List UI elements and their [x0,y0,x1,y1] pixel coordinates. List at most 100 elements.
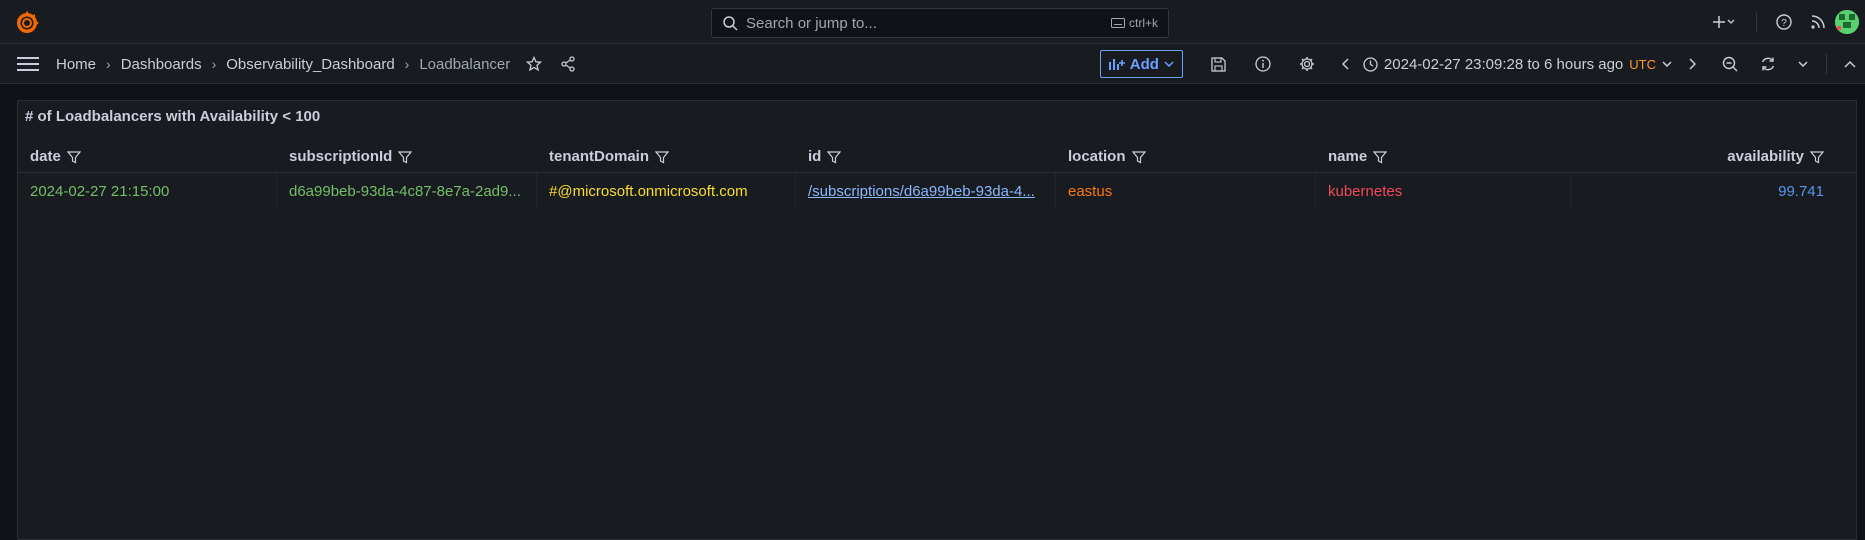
refresh-button[interactable] [1748,56,1788,72]
chevron-left-icon [1341,58,1349,70]
column-header-subscriptionid[interactable]: subscriptionId [277,141,537,173]
chevron-down-icon [1164,61,1174,67]
search-input[interactable]: Search or jump to... ctrl+k [711,8,1169,38]
star-icon [526,56,543,72]
gear-icon [1299,57,1314,71]
filter-icon[interactable] [398,150,413,164]
plus-icon [1713,16,1735,28]
rss-icon [1811,15,1825,29]
cell-name: kubernetes [1316,173,1571,209]
column-header-label: location [1068,148,1126,165]
cell-tenantdomain: #@microsoft.onmicrosoft.com [537,173,796,209]
table-row: 2024-02-27 21:15:00 d6a99beb-93da-4c87-8… [18,173,1856,209]
cell-value: kubernetes [1328,182,1403,200]
cell-value: 99.741 [1778,182,1824,200]
dashboard-settings-button[interactable] [1285,56,1329,72]
table-panel: # of Loadbalancers with Availability < 1… [17,100,1857,540]
share-icon [561,56,575,72]
search-icon [723,16,738,31]
filter-icon[interactable] [655,150,670,164]
breadcrumb-separator: › [404,56,410,72]
cell-availability: 99.741 [1571,173,1836,209]
breadcrumb-separator: › [106,56,111,72]
column-header-name[interactable]: name [1316,141,1571,173]
cell-location: eastus [1056,173,1316,209]
shortcut-label: ctrl+k [1128,16,1158,30]
dashboard-toolbar: Add 2024-02-27 23:09:28 to 6 hours ago U… [1099,44,1865,84]
info-icon [1255,56,1271,72]
refresh-interval-dropdown[interactable] [1788,61,1818,67]
column-header-label: tenantDomain [549,148,650,165]
help-button[interactable]: ? [1767,14,1801,30]
cell-value: eastus [1068,182,1113,200]
zoom-out-button[interactable] [1712,56,1748,72]
cell-subscriptionid: d6a99beb-93da-4c87-8e7a-2ad9... [277,173,537,209]
filter-icon[interactable] [66,150,81,164]
panel-title[interactable]: # of Loadbalancers with Availability < 1… [25,108,320,125]
data-table: date subscriptionId tenantDomain id loca… [18,141,1856,209]
collapse-nav-button[interactable] [1835,60,1865,68]
filter-icon[interactable] [1373,150,1388,164]
chevron-up-icon [1844,60,1856,68]
keyboard-shortcut: ctrl+k [1110,16,1158,30]
add-button[interactable]: Add [1099,50,1183,78]
timezone-label: UTC [1629,56,1656,72]
keyboard-icon [1110,18,1125,28]
cell-link[interactable]: /subscriptions/d6a99beb-93da-4... [808,183,1035,200]
filter-icon[interactable] [827,150,842,164]
top-right-actions: ? [1702,0,1865,44]
column-header-label: date [30,148,61,165]
column-header-date[interactable]: date [18,141,277,173]
breadcrumb-current: Loadbalancer [419,55,511,73]
column-header-label: availability [1727,148,1804,165]
time-range-label: 2024-02-27 23:09:28 to 6 hours ago [1383,55,1624,73]
breadcrumb: Home › Dashboards › Observability_Dashbo… [56,44,576,84]
share-button[interactable] [560,56,576,72]
save-button[interactable] [1197,56,1241,72]
grafana-logo-icon[interactable] [14,10,40,36]
dashboard-nav-bar: Home › Dashboards › Observability_Dashbo… [0,44,1865,84]
refresh-icon [1761,57,1775,71]
user-avatar[interactable] [1835,10,1859,34]
table-header-row: date subscriptionId tenantDomain id loca… [18,141,1856,173]
chevron-down-icon [1662,61,1672,67]
column-header-label: subscriptionId [289,148,393,165]
column-header-location[interactable]: location [1056,141,1316,173]
clock-icon [1363,56,1378,72]
star-button[interactable] [526,56,543,72]
cell-date: 2024-02-27 21:15:00 [18,173,277,209]
time-forward-button[interactable] [1672,58,1712,70]
column-header-tenantdomain[interactable]: tenantDomain [537,141,796,173]
save-icon [1211,56,1227,72]
column-header-label: id [808,148,822,165]
news-button[interactable] [1801,14,1835,30]
chevron-down-icon [1798,61,1808,67]
svg-text:?: ? [1781,18,1787,29]
menu-icon[interactable] [17,55,39,73]
cell-value: #@microsoft.onmicrosoft.com [549,182,748,200]
breadcrumb-dashboards[interactable]: Dashboards [121,56,202,73]
filter-icon[interactable] [1131,150,1146,164]
add-button-label: Add [1129,55,1159,73]
cell-id[interactable]: /subscriptions/d6a99beb-93da-4... [796,173,1056,209]
chevron-right-icon [1689,58,1696,70]
column-header-id[interactable]: id [796,141,1056,173]
zoom-out-icon [1722,56,1738,72]
column-header-label: name [1328,148,1368,165]
help-icon: ? [1776,14,1792,30]
column-header-availability[interactable]: availability [1571,141,1836,173]
search-placeholder: Search or jump to... [746,14,877,32]
breadcrumb-home[interactable]: Home [56,56,96,73]
dashboard-info-button[interactable] [1241,56,1285,72]
filter-icon[interactable] [1810,150,1824,164]
avatar-icon [1835,10,1859,34]
breadcrumb-separator: › [211,56,217,72]
time-back-button[interactable] [1329,58,1363,70]
breadcrumb-folder[interactable]: Observability_Dashboard [226,56,394,73]
cell-value: d6a99beb-93da-4c87-8e7a-2ad9... [289,182,521,200]
time-range-picker[interactable]: 2024-02-27 23:09:28 to 6 hours ago UTC [1363,56,1672,73]
add-panel-icon [1108,59,1125,70]
new-button[interactable] [1702,15,1746,29]
top-bar: Search or jump to... ctrl+k ? [0,0,1865,44]
cell-value: 2024-02-27 21:15:00 [30,182,170,200]
